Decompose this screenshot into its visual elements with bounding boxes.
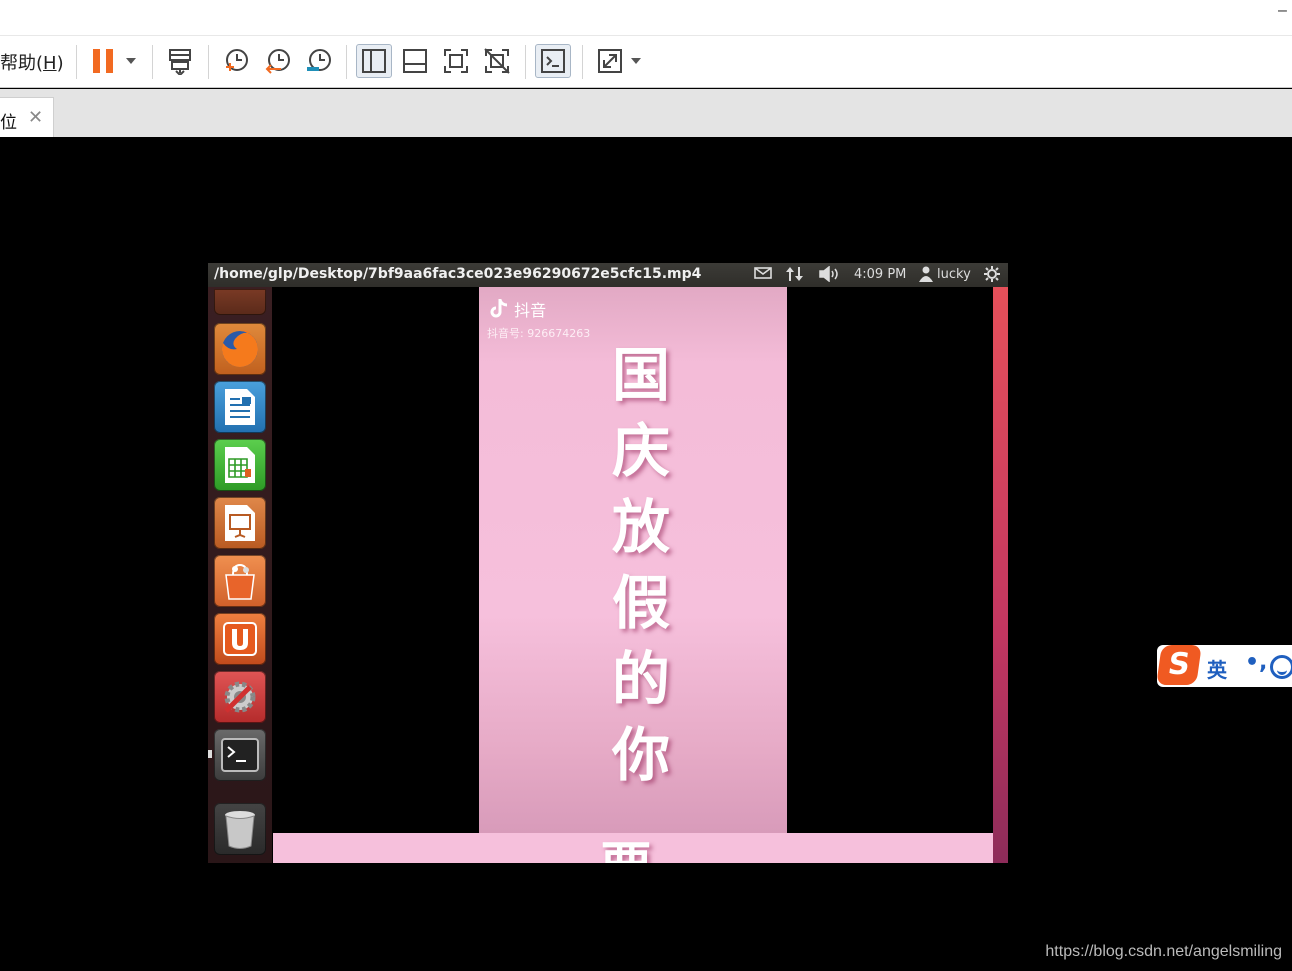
tiktok-app-name: 抖音	[514, 301, 547, 320]
view-thumbnail-icon	[403, 49, 427, 73]
firefox-icon[interactable]	[214, 323, 266, 375]
toolbar-separator	[525, 45, 526, 79]
snapshot-manager-icon	[307, 49, 331, 71]
toolbar-separator	[76, 45, 77, 79]
ime-punctuation-toggle[interactable]: •,	[1245, 650, 1267, 675]
impress-icon[interactable]	[214, 497, 266, 549]
minimize-button[interactable]: –	[1278, 2, 1292, 22]
guest-desktop[interactable]: /home/glp/Desktop/7bf9aa6fac3ce023e96290…	[208, 263, 1008, 863]
tiktok-account-id: 抖音号: 926674263	[487, 327, 591, 340]
launcher-pip	[208, 750, 212, 758]
view-sidebar-icon	[362, 49, 386, 73]
close-icon[interactable]: ✕	[28, 107, 43, 128]
snapshot-revert-button[interactable]	[260, 44, 296, 78]
desktop-wallpaper-edge	[993, 287, 1008, 863]
video-caption: 国 庆 放 假 的 你	[611, 337, 671, 793]
user-icon	[919, 266, 933, 286]
pause-icon	[93, 49, 113, 73]
fullscreen-button[interactable]	[438, 44, 474, 78]
ubuntu-one-icon[interactable]	[214, 613, 266, 665]
window-title: /home/glp/Desktop/7bf9aa6fac3ce023e96290…	[214, 266, 702, 282]
toolbar-separator	[582, 45, 583, 79]
send-ctrl-alt-del-icon	[169, 49, 191, 75]
snapshot-take-icon	[226, 49, 248, 71]
terminal-icon[interactable]	[214, 729, 266, 781]
software-center-icon[interactable]	[214, 555, 266, 607]
console-view-button[interactable]	[535, 44, 571, 78]
ime-toolbar[interactable]: S 英 •,	[1156, 645, 1292, 687]
stretch-button[interactable]	[592, 44, 628, 78]
host-toolbar: 帮助(H)	[0, 35, 1292, 88]
view-thumbnail-button[interactable]	[397, 44, 433, 78]
caption-char: 国	[611, 341, 670, 409]
trash-icon[interactable]	[214, 803, 266, 855]
stretch-icon	[598, 49, 622, 73]
dash-icon[interactable]	[214, 289, 266, 315]
vm-tab[interactable]: 位 ✕	[0, 97, 54, 137]
user-name[interactable]: lucky	[937, 267, 971, 282]
unity-icon	[484, 48, 510, 74]
sogou-logo-icon[interactable]: S	[1156, 645, 1202, 685]
pause-dropdown[interactable]	[126, 58, 136, 64]
video-bottom-strip: 要	[273, 833, 993, 863]
toolbar-separator	[152, 45, 153, 79]
network-icon[interactable]	[786, 266, 804, 286]
console-icon	[541, 49, 565, 73]
unity-button[interactable]	[479, 44, 515, 78]
host-titlebar: –	[0, 0, 1292, 35]
ubuntu-top-panel: /home/glp/Desktop/7bf9aa6fac3ce023e96290…	[208, 263, 1008, 287]
snapshot-revert-icon	[265, 49, 290, 74]
caption-char: 假	[611, 569, 670, 637]
caption-char-partial: 要	[600, 833, 652, 863]
view-sidebar-button[interactable]	[356, 44, 392, 78]
toolbar-separator	[346, 45, 347, 79]
mail-icon[interactable]	[754, 266, 772, 284]
snapshot-take-button[interactable]	[218, 44, 254, 78]
tiktok-icon	[490, 299, 508, 318]
vm-tab-label: 位	[0, 113, 17, 133]
volume-icon[interactable]	[818, 265, 840, 286]
video-frame[interactable]: 抖音 抖音号: 926674263 国 庆 放 假 的 你	[479, 287, 787, 833]
unity-launcher	[208, 287, 272, 863]
caption-char: 的	[611, 645, 670, 713]
emoji-icon[interactable]	[1270, 655, 1292, 679]
system-settings-icon[interactable]	[214, 671, 266, 723]
menu-help[interactable]: 帮助(H)	[0, 49, 64, 75]
clock[interactable]: 4:09 PM	[854, 267, 906, 282]
vm-tab-bar: 位 ✕	[0, 89, 1292, 137]
writer-icon[interactable]	[214, 381, 266, 433]
calc-icon[interactable]	[214, 439, 266, 491]
snapshot-manager-button[interactable]	[301, 44, 337, 78]
stretch-dropdown[interactable]	[631, 58, 641, 64]
caption-char: 你	[611, 721, 670, 789]
gear-icon[interactable]	[984, 266, 1000, 286]
tiktok-logo: 抖音	[489, 297, 546, 321]
toolbar-separator	[208, 45, 209, 79]
pause-button[interactable]	[86, 44, 122, 78]
watermark: https://blog.csdn.net/angelsmiling	[1045, 943, 1282, 960]
caption-char: 庆	[611, 417, 670, 485]
send-ctrl-alt-del-button[interactable]	[162, 44, 198, 78]
caption-char: 放	[611, 493, 670, 561]
ime-language-toggle[interactable]: 英	[1207, 654, 1227, 683]
fullscreen-icon	[444, 49, 468, 73]
